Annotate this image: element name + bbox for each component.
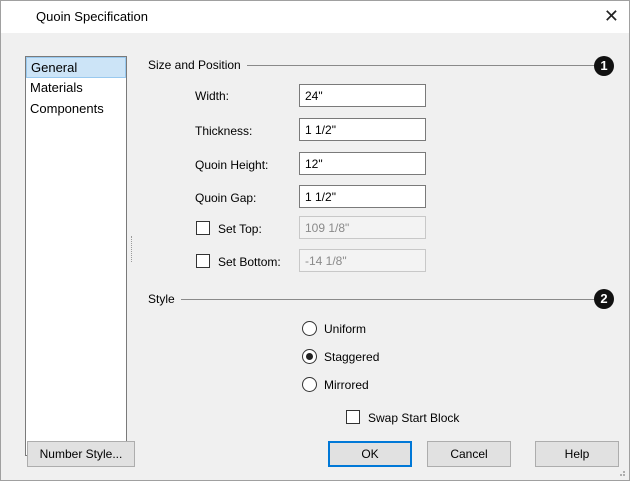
splitter-grip[interactable] — [131, 236, 133, 262]
radio-selected-dot — [306, 353, 313, 360]
set-bottom-label: Set Bottom: — [218, 255, 281, 269]
thickness-field[interactable] — [299, 118, 426, 141]
mirrored-label: Mirrored — [324, 378, 369, 392]
swap-start-block-label: Swap Start Block — [368, 411, 460, 425]
set-top-checkbox[interactable] — [196, 221, 210, 235]
set-bottom-field[interactable] — [299, 249, 426, 272]
set-bottom-checkbox[interactable] — [196, 254, 210, 268]
sidebar-item-components[interactable]: Components — [26, 99, 126, 120]
swap-start-block-checkbox[interactable] — [346, 410, 360, 424]
sidebar-item-general[interactable]: General — [26, 57, 126, 78]
close-icon[interactable]: ✕ — [604, 5, 619, 27]
thickness-label: Thickness: — [195, 124, 253, 138]
uniform-radio[interactable] — [302, 321, 317, 336]
cancel-button[interactable]: Cancel — [427, 441, 511, 467]
quoin-specification-dialog: Quoin Specification ✕ General Materials … — [0, 0, 630, 481]
number-style-button[interactable]: Number Style... — [27, 441, 135, 467]
help-button[interactable]: Help — [535, 441, 619, 467]
set-top-label: Set Top: — [218, 222, 262, 236]
staggered-label: Staggered — [324, 350, 380, 364]
title-bar: Quoin Specification ✕ — [1, 1, 629, 33]
quoin-gap-label: Quoin Gap: — [195, 191, 257, 205]
resize-grip-icon[interactable] — [616, 467, 626, 477]
mirrored-radio[interactable] — [302, 377, 317, 392]
style-heading: Style — [148, 292, 181, 306]
width-field[interactable] — [299, 84, 426, 107]
style-divider — [151, 299, 596, 300]
set-top-field[interactable] — [299, 216, 426, 239]
width-label: Width: — [195, 89, 230, 103]
size-position-heading: Size and Position — [148, 58, 247, 72]
quoin-gap-field[interactable] — [299, 185, 426, 208]
category-list: General Materials Components — [25, 56, 127, 456]
callout-badge-1: 1 — [594, 56, 614, 76]
sidebar-item-materials[interactable]: Materials — [26, 78, 126, 99]
quoin-height-label: Quoin Height: — [195, 158, 269, 172]
callout-badge-2: 2 — [594, 289, 614, 309]
ok-button[interactable]: OK — [328, 441, 412, 467]
dialog-title: Quoin Specification — [36, 9, 149, 24]
uniform-label: Uniform — [324, 322, 367, 336]
staggered-radio[interactable] — [302, 349, 317, 364]
quoin-height-field[interactable] — [299, 152, 426, 175]
